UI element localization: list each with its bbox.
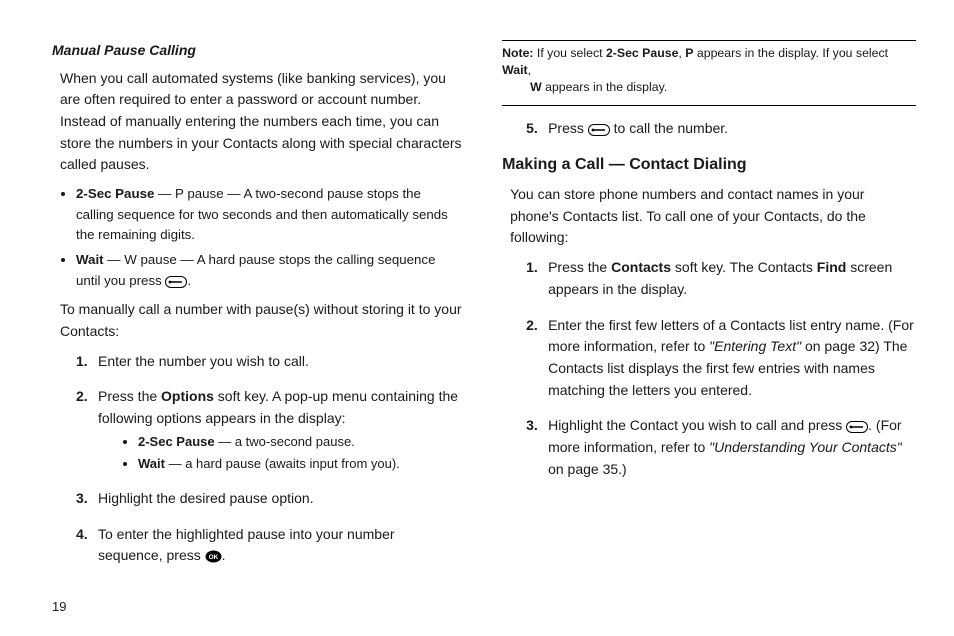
sub-2sec: 2-Sec Pause — a two-second pause. — [138, 432, 462, 452]
step-3-text: Highlight the desired pause option. — [98, 490, 314, 506]
contact-steps: Press the Contacts soft key. The Contact… — [526, 257, 916, 480]
note-line2-a: W — [530, 80, 542, 94]
step-1: Enter the number you wish to call. — [76, 351, 462, 373]
contact-step-1: Press the Contacts soft key. The Contact… — [526, 257, 916, 300]
page-columns: Manual Pause Calling When you call autom… — [52, 40, 916, 600]
c3-ref: "Understanding Your Contacts" — [709, 439, 902, 455]
sub-wait-label: Wait — [138, 456, 165, 471]
note-line2-b: appears in the display. — [542, 80, 668, 94]
step-4-b: . — [222, 547, 226, 563]
sub-2sec-text: — a two-second pause. — [215, 434, 355, 449]
step-2: Press the Options soft key. A pop-up men… — [76, 386, 462, 474]
sub-2sec-label: 2-Sec Pause — [138, 434, 215, 449]
note-rule-top — [502, 40, 916, 41]
left-column: Manual Pause Calling When you call autom… — [52, 40, 466, 600]
step-5-b: to call the number. — [610, 120, 728, 136]
bullet-wait-text-b: . — [187, 273, 191, 288]
page-number: 19 — [52, 599, 66, 614]
continued-steps: Press to call the number. — [526, 118, 916, 140]
bullet-wait-text-a: — W pause — A hard pause stops the calli… — [76, 252, 435, 288]
ok-key-icon: OK — [205, 550, 222, 563]
c1-d: Find — [817, 259, 847, 275]
svg-text:OK: OK — [208, 554, 218, 561]
contact-intro: You can store phone numbers and contact … — [510, 184, 916, 249]
note-a: If you select — [534, 46, 606, 60]
right-column: Note: If you select 2-Sec Pause, P appea… — [502, 40, 916, 600]
contact-step-2: Enter the first few letters of a Contact… — [526, 315, 916, 402]
c2-ref: "Entering Text" — [709, 338, 801, 354]
c1-a: Press the — [548, 259, 611, 275]
subheading-manual-pause: Manual Pause Calling — [52, 40, 462, 62]
step-4-a: To enter the highlighted pause into your… — [98, 526, 395, 564]
sub-wait-text: — a hard pause (awaits input from you). — [165, 456, 400, 471]
step-5: Press to call the number. — [526, 118, 916, 140]
send-key-icon — [165, 276, 187, 288]
note-rule-bottom — [502, 105, 916, 106]
note-block: Note: If you select 2-Sec Pause, P appea… — [502, 45, 916, 97]
send-key-icon — [846, 421, 868, 433]
note-f: Wait — [502, 63, 528, 77]
bullet-2sec: 2-Sec Pause — P pause — A two-second pau… — [76, 184, 462, 246]
intro-paragraph: When you call automated systems (like ba… — [60, 68, 462, 176]
manual-call-steps: Enter the number you wish to call. Press… — [76, 351, 462, 567]
step-4: To enter the highlighted pause into your… — [76, 524, 462, 567]
bullet-2sec-label: 2-Sec Pause — [76, 186, 154, 201]
note-e: appears in the display. If you select — [693, 46, 888, 60]
bullet-wait: Wait — W pause — A hard pause stops the … — [76, 250, 462, 291]
step-2-a: Press the — [98, 388, 161, 404]
send-key-icon — [588, 124, 610, 136]
note-b: 2-Sec Pause — [606, 46, 678, 60]
c1-c: soft key. The Contacts — [671, 259, 817, 275]
lead-text: To manually call a number with pause(s) … — [60, 299, 462, 342]
sub-wait: Wait — a hard pause (awaits input from y… — [138, 454, 462, 474]
step-3: Highlight the desired pause option. — [76, 488, 462, 510]
c3-c: on page 35.) — [548, 461, 627, 477]
contact-step-3: Highlight the Contact you wish to call a… — [526, 415, 916, 480]
bullet-wait-label: Wait — [76, 252, 104, 267]
c1-b: Contacts — [611, 259, 671, 275]
step-2-options: 2-Sec Pause — a two-second pause. Wait —… — [138, 432, 462, 474]
step-2-b: Options — [161, 388, 214, 404]
c3-a: Highlight the Contact you wish to call a… — [548, 417, 846, 433]
heading-contact-dialing: Making a Call — Contact Dialing — [502, 153, 916, 178]
step-5-a: Press — [548, 120, 588, 136]
step-1-text: Enter the number you wish to call. — [98, 353, 309, 369]
pause-types-list: 2-Sec Pause — P pause — A two-second pau… — [76, 184, 462, 291]
note-label: Note: — [502, 46, 533, 60]
note-g: , — [528, 63, 531, 77]
